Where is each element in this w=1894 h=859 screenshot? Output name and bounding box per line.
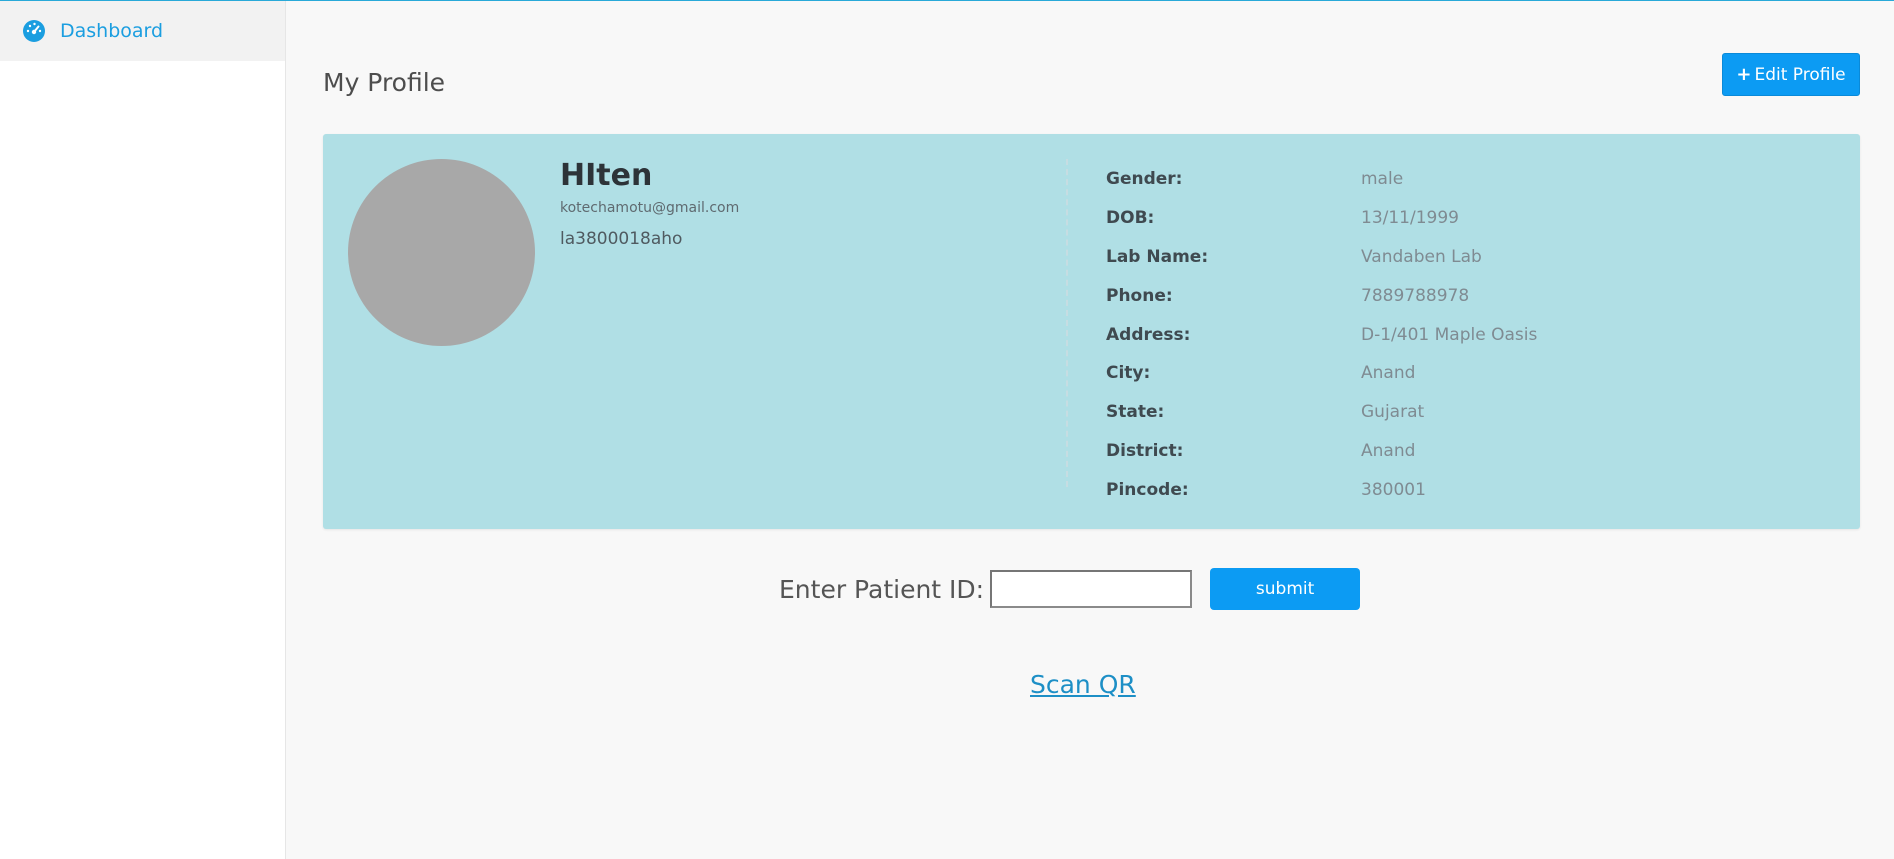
detail-row-district: District: Anand: [1106, 432, 1537, 471]
detail-key: Pincode:: [1106, 479, 1189, 500]
sidebar: Dashboard: [0, 1, 286, 859]
detail-value: 7889788978: [1361, 285, 1470, 306]
detail-row-address: Address: D-1/401 Maple Oasis: [1106, 315, 1537, 354]
detail-key: DOB:: [1106, 208, 1155, 229]
detail-key: State:: [1106, 402, 1165, 423]
plus-icon: +: [1736, 64, 1752, 85]
sidebar-item-label: Dashboard: [60, 20, 164, 42]
detail-value: male: [1361, 169, 1404, 190]
page-title: My Profile: [323, 67, 446, 97]
detail-row-lab-name: Lab Name: Vandaben Lab: [1106, 238, 1537, 277]
dashboard-gauge-icon: [22, 19, 46, 43]
detail-row-gender: Gender: male: [1106, 160, 1537, 199]
scan-qr-link[interactable]: Scan QR: [1030, 670, 1136, 699]
avatar: [348, 159, 535, 346]
profile-card: HIten kotechamotu@gmail.com la3800018aho…: [323, 134, 1860, 529]
edit-profile-label: Edit Profile: [1754, 64, 1846, 85]
sidebar-item-dashboard[interactable]: Dashboard: [0, 1, 285, 61]
detail-key: Lab Name:: [1106, 246, 1209, 267]
detail-value: D-1/401 Maple Oasis: [1361, 324, 1538, 345]
profile-name: HIten: [560, 158, 653, 193]
detail-value: Anand: [1361, 363, 1416, 384]
detail-row-city: City: Anand: [1106, 354, 1537, 393]
detail-row-phone: Phone: 7889788978: [1106, 276, 1537, 315]
detail-value: Anand: [1361, 440, 1416, 461]
patient-id-form: Enter Patient ID: submit: [779, 568, 1361, 610]
submit-button[interactable]: submit: [1210, 568, 1361, 610]
detail-key: Gender:: [1106, 169, 1183, 190]
detail-row-pincode: Pincode: 380001: [1106, 470, 1537, 509]
patient-id-label: Enter Patient ID:: [779, 574, 985, 604]
detail-value: Gujarat: [1361, 402, 1425, 423]
profile-details: Gender: male DOB: 13/11/1999 Lab Name: V…: [1106, 160, 1537, 509]
detail-row-state: State: Gujarat: [1106, 393, 1537, 432]
profile-email: kotechamotu@gmail.com: [560, 200, 740, 216]
patient-id-input[interactable]: [990, 570, 1193, 608]
detail-value: 380001: [1361, 479, 1426, 500]
detail-key: Phone:: [1106, 285, 1173, 306]
profile-id: la3800018aho: [560, 229, 683, 249]
main-content: My Profile + Edit Profile HIten kotecham…: [286, 0, 1894, 859]
detail-key: Address:: [1106, 324, 1191, 345]
detail-value: Vandaben Lab: [1361, 246, 1482, 267]
detail-key: City:: [1106, 363, 1151, 384]
card-divider: [1066, 159, 1068, 487]
edit-profile-button[interactable]: + Edit Profile: [1722, 53, 1860, 96]
detail-key: District:: [1106, 440, 1184, 461]
detail-value: 13/11/1999: [1361, 208, 1459, 229]
detail-row-dob: DOB: 13/11/1999: [1106, 199, 1537, 238]
